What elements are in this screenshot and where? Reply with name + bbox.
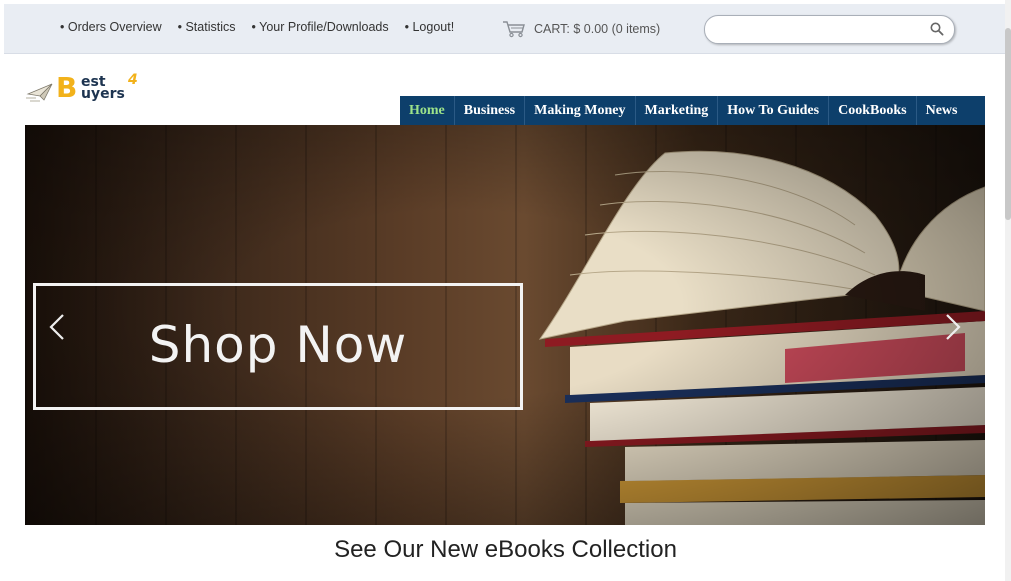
chevron-right-icon[interactable] xyxy=(937,309,967,345)
nav-item-home[interactable]: Home xyxy=(400,96,455,125)
cart-link[interactable]: CART: $ 0.00 (0 items) xyxy=(502,20,660,38)
search-input[interactable] xyxy=(717,21,917,39)
account-links: • Orders Overview • Statistics • Your Pr… xyxy=(60,20,470,34)
orders-overview-link[interactable]: • Orders Overview xyxy=(60,20,162,34)
cart-summary: CART: $ 0.00 (0 items) xyxy=(534,22,661,36)
statistics-link[interactable]: • Statistics xyxy=(178,20,236,34)
nav-item-making-money[interactable]: Making Money xyxy=(525,96,636,125)
main-navigation: Home Business Making Money Marketing How… xyxy=(400,96,985,125)
page: • Orders Overview • Statistics • Your Pr… xyxy=(0,0,1011,581)
search-box xyxy=(704,15,955,44)
shop-now-banner[interactable]: Shop Now xyxy=(33,283,523,410)
nav-item-how-to-guides[interactable]: How To Guides xyxy=(718,96,830,125)
nav-item-news[interactable]: News xyxy=(917,96,967,125)
site-logo[interactable]: B est uyers 4 xyxy=(26,72,146,108)
nav-item-marketing[interactable]: Marketing xyxy=(636,96,719,125)
paper-plane-logo-mark xyxy=(26,80,58,107)
logo-letter-b: B xyxy=(56,71,78,104)
top-utility-bar: • Orders Overview • Statistics • Your Pr… xyxy=(4,4,1005,54)
profile-downloads-link[interactable]: • Your Profile/Downloads xyxy=(252,20,389,34)
logo-text-four: 4 xyxy=(128,72,138,88)
section-headline: See Our New eBooks Collection xyxy=(334,536,677,563)
cart-icon xyxy=(502,20,526,38)
logout-link[interactable]: • Logout! xyxy=(405,20,455,34)
shop-now-text: Shop Now xyxy=(148,316,408,374)
logo-text-uyers: uyers xyxy=(81,86,125,102)
nav-item-cookbooks[interactable]: CookBooks xyxy=(829,96,917,125)
hero-slider[interactable]: Shop Now xyxy=(25,125,985,525)
scrollbar-thumb[interactable] xyxy=(1005,28,1011,220)
nav-item-business[interactable]: Business xyxy=(455,96,526,125)
search-icon[interactable] xyxy=(930,22,944,41)
chevron-left-icon[interactable] xyxy=(43,309,73,345)
